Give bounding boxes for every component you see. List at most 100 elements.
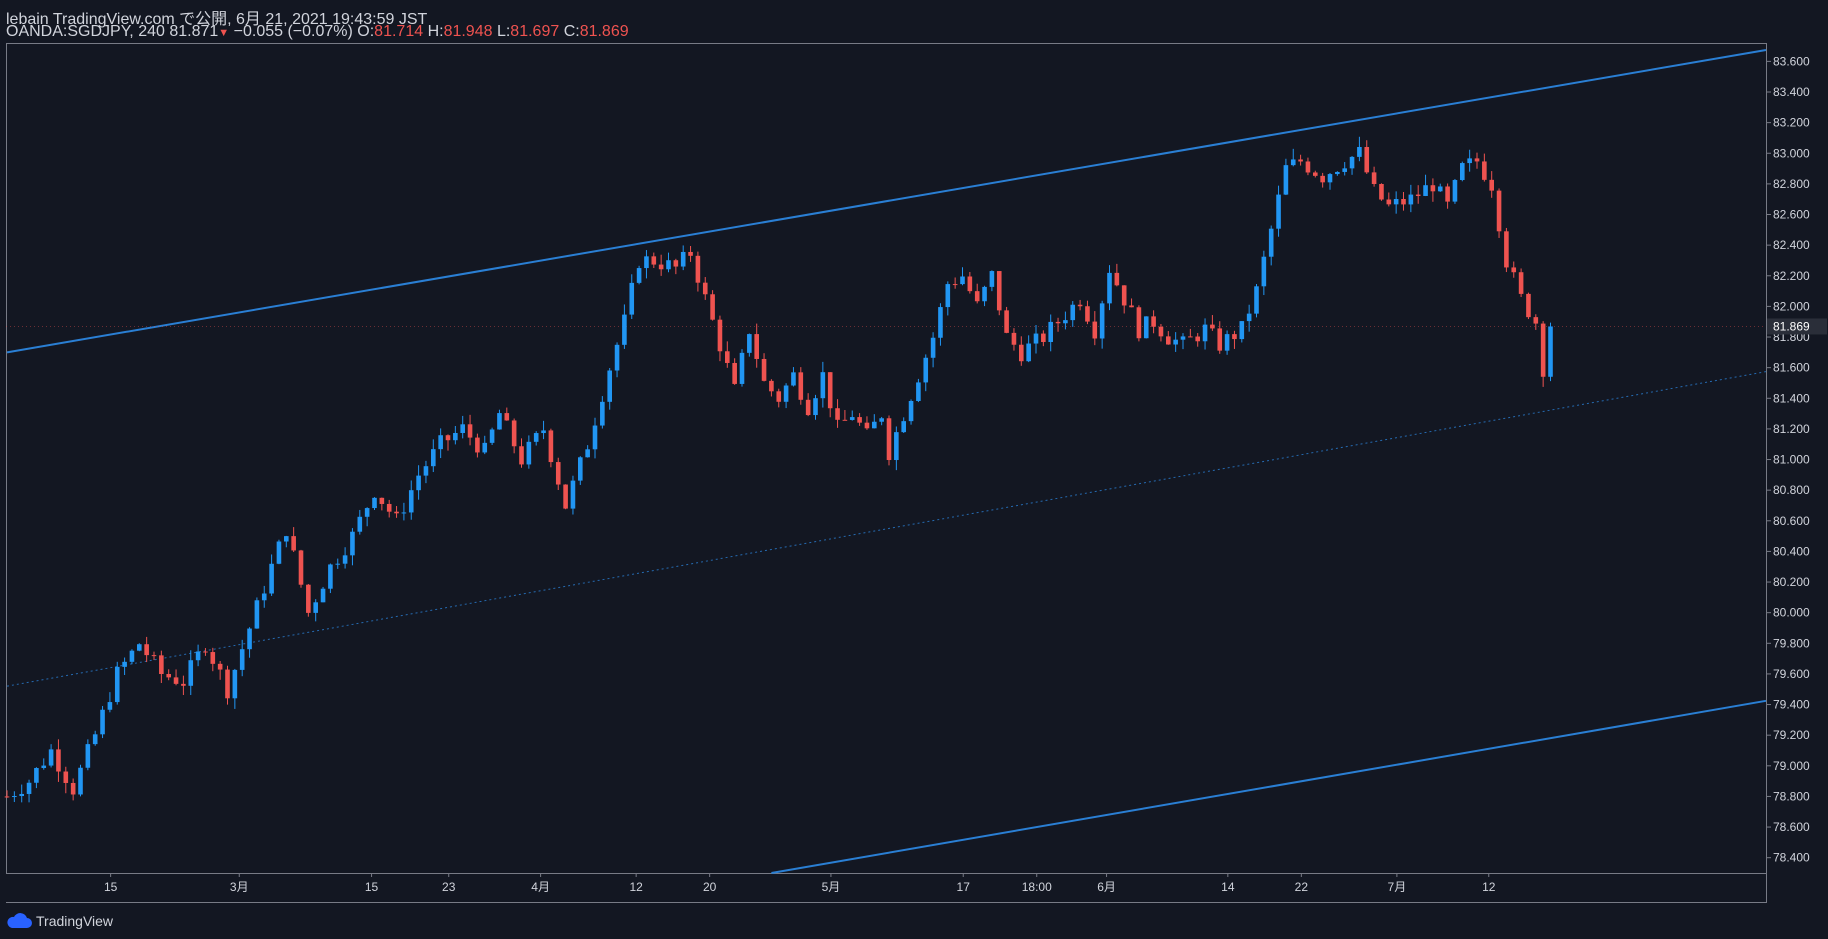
candle (511, 418, 517, 454)
candle (916, 378, 921, 403)
candle (1077, 299, 1083, 311)
candle (555, 457, 561, 490)
candle (805, 393, 811, 417)
price-tick-label: 80.200 (1773, 575, 1810, 589)
candles (4, 136, 1553, 803)
candle (357, 509, 363, 535)
candle (19, 784, 24, 803)
candle (1415, 185, 1421, 204)
candle (408, 480, 414, 520)
candle (1371, 166, 1377, 187)
candle (1004, 306, 1009, 334)
tradingview-logo[interactable]: TradingView (6, 911, 113, 931)
candle (453, 426, 458, 445)
candle (1474, 152, 1480, 169)
candle (1099, 300, 1105, 349)
candle (181, 675, 186, 696)
candle (519, 438, 524, 468)
price-tick-label: 82.400 (1773, 238, 1810, 252)
price-tick-label: 81.000 (1773, 453, 1810, 467)
time-tick-label: 15 (104, 880, 118, 894)
candle (1136, 305, 1142, 342)
channel-lines[interactable] (6, 48, 1767, 874)
candle (622, 304, 627, 349)
candle (886, 415, 892, 466)
candle (1533, 314, 1539, 330)
candle (872, 414, 877, 429)
candle (592, 417, 598, 459)
candle (78, 764, 83, 797)
candle (504, 407, 510, 421)
plot-border (6, 43, 1767, 874)
candle (1393, 191, 1399, 214)
candle (1408, 184, 1414, 213)
candle (291, 527, 296, 553)
candle (107, 692, 113, 713)
candle (1511, 261, 1517, 278)
candle (658, 254, 664, 276)
candle (908, 399, 914, 425)
channel-upper-line[interactable] (6, 48, 1767, 354)
candle (1496, 188, 1502, 238)
channel-middle-line[interactable] (6, 371, 1767, 687)
candle (1526, 292, 1531, 320)
price-tick-label: 83.000 (1773, 146, 1810, 160)
candle (489, 427, 495, 446)
candle (1041, 330, 1046, 347)
price-chart[interactable]: 83.600 83.400 83.200 83.000 82.800 82.600 82.4… (0, 0, 1828, 939)
candle (688, 246, 693, 262)
price-axis[interactable]: 83.600 83.400 83.200 83.000 82.800 82.600 82.4… (1766, 54, 1827, 865)
candle (923, 354, 929, 392)
candle (1070, 301, 1076, 327)
candle (879, 416, 884, 426)
time-tick-label: 12 (629, 880, 643, 894)
candle (761, 353, 767, 382)
candle (666, 252, 671, 273)
candle (335, 558, 341, 569)
candle (1467, 149, 1472, 172)
candle (1121, 285, 1127, 314)
candle (1379, 183, 1384, 201)
candle (1195, 333, 1200, 347)
candle (857, 413, 862, 426)
price-tick-label: 83.200 (1773, 116, 1810, 130)
candle (394, 506, 399, 518)
candle (1357, 136, 1362, 162)
candle (1166, 331, 1171, 345)
price-tick-label: 79.800 (1773, 636, 1810, 650)
candle (122, 657, 127, 675)
candle (673, 258, 679, 275)
candle (1063, 311, 1068, 330)
price-tick-label: 80.800 (1773, 483, 1810, 497)
candle (791, 367, 796, 387)
candle (1232, 330, 1237, 349)
brand-label: TradingView (36, 913, 114, 929)
channel-lower-line[interactable] (771, 699, 1767, 874)
candle (1298, 154, 1303, 166)
candle (225, 665, 230, 705)
candle (629, 274, 635, 320)
time-tick-label: 12 (1482, 880, 1496, 894)
candle (680, 245, 686, 271)
time-tick-label: 4月 (531, 880, 550, 894)
candle (732, 358, 737, 385)
candle (1092, 311, 1098, 346)
candle (247, 627, 252, 658)
time-tick-label: 18:00 (1022, 880, 1052, 894)
candle (798, 367, 804, 405)
candle (747, 333, 752, 357)
candle (578, 456, 583, 485)
candle (769, 379, 774, 397)
time-tick-label: 15 (365, 880, 379, 894)
price-tick-label: 82.000 (1773, 299, 1810, 313)
candle (1188, 328, 1193, 338)
time-axis[interactable]: 15 3月 15 23 4月 12 20 5月 17 18:00 6月 14 22 7月 12 (104, 873, 1496, 894)
cloud-icon (7, 913, 32, 928)
candle (1305, 157, 1311, 176)
candle (364, 507, 370, 527)
candle (820, 361, 826, 408)
candle (41, 758, 47, 770)
candle (166, 669, 171, 681)
current-price-label: 81.869 (1773, 319, 1810, 333)
candle (1033, 325, 1039, 354)
